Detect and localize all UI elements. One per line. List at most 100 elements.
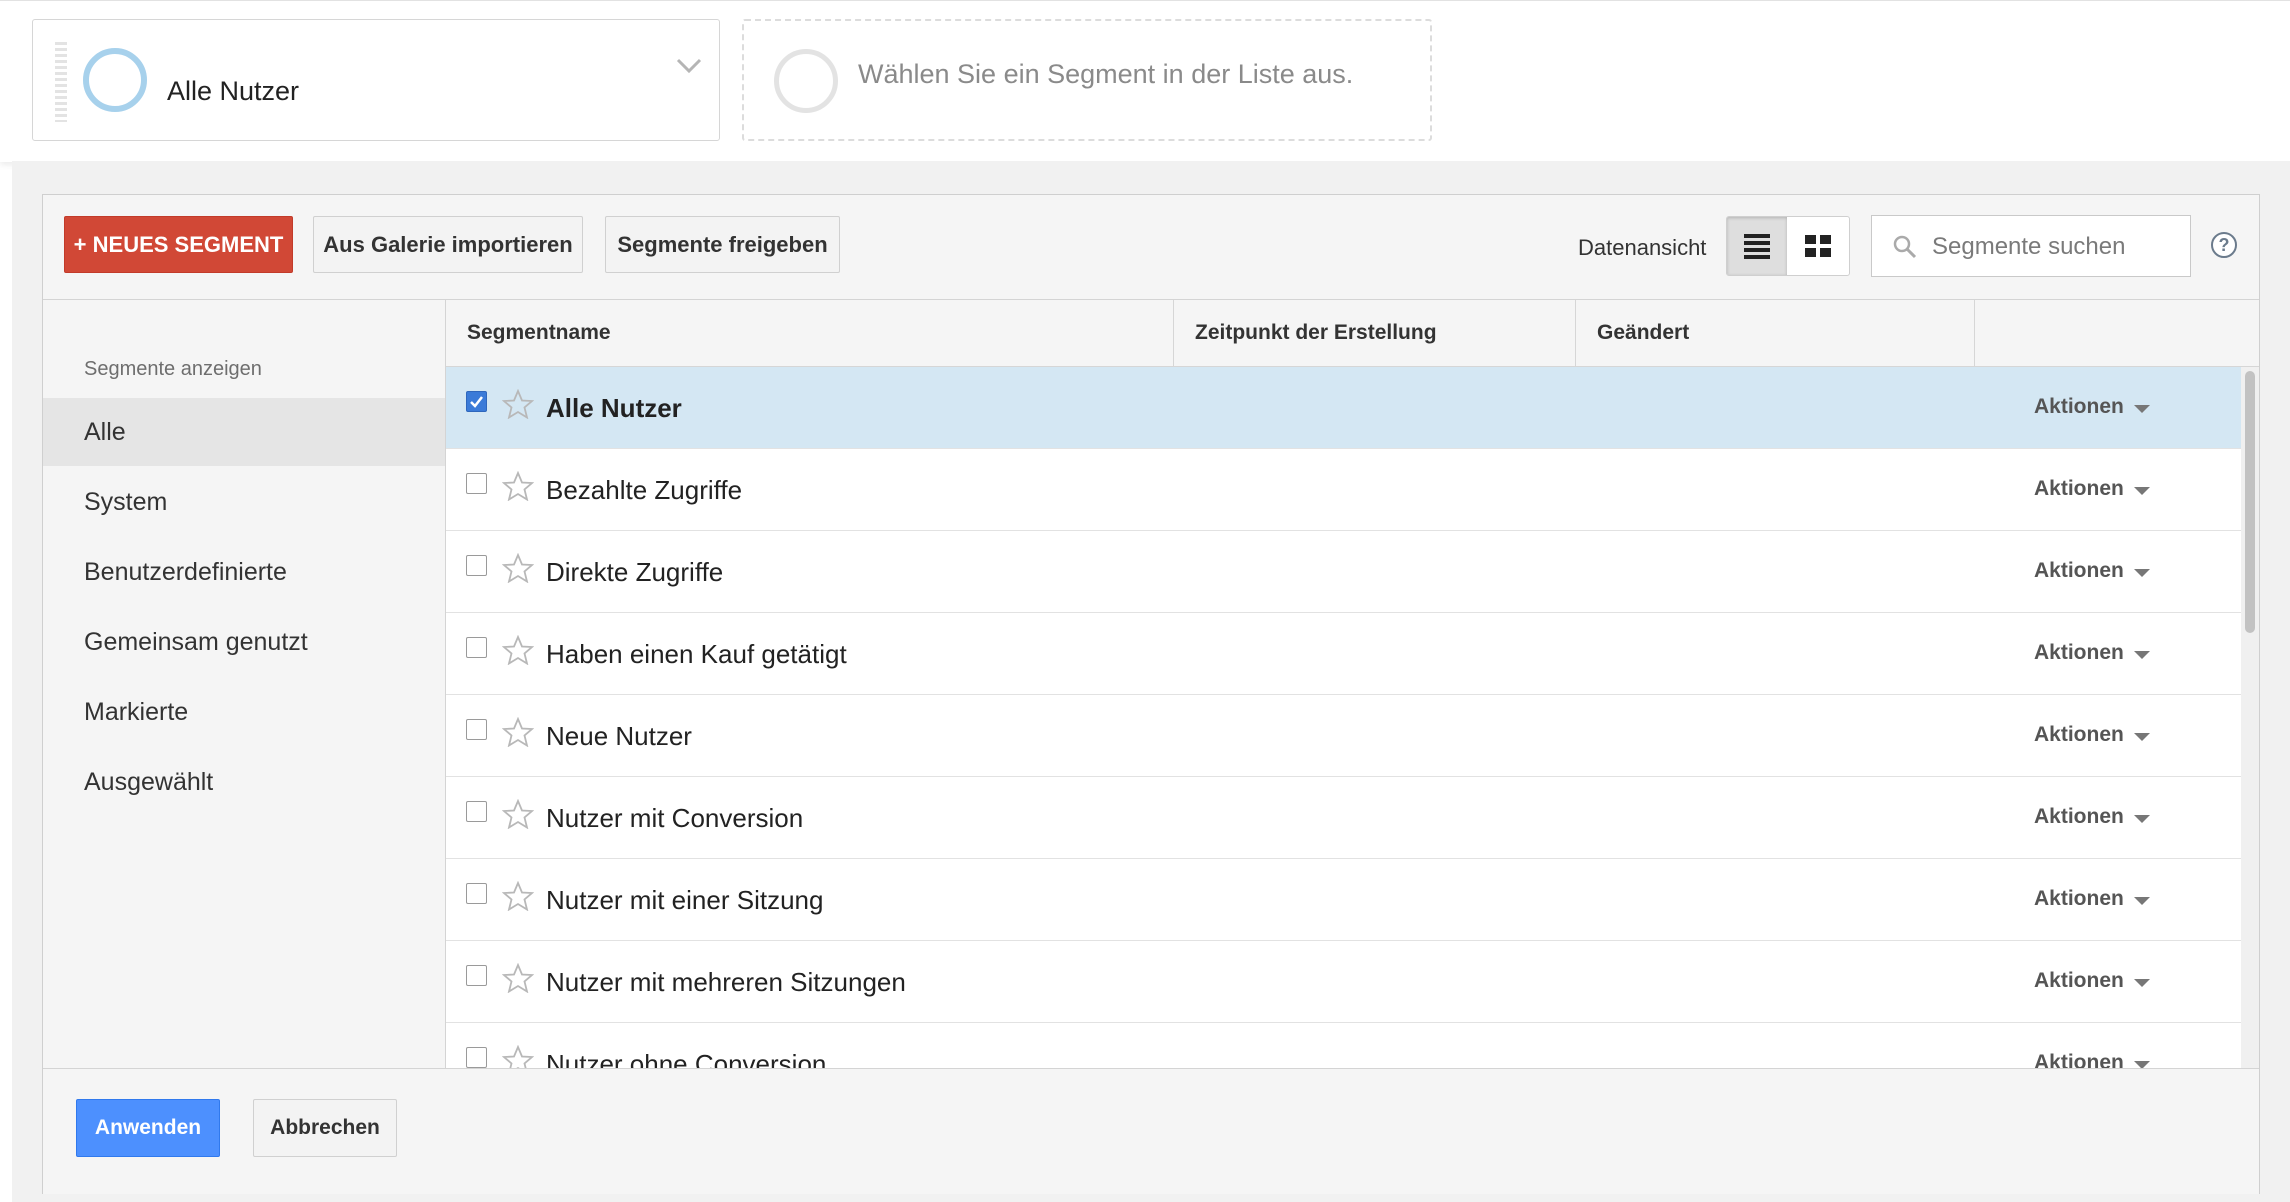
column-header-created[interactable]: Zeitpunkt der Erstellung [1174,300,1575,366]
checkbox-icon[interactable] [466,555,487,576]
actions-menu[interactable]: Aktionen [2034,1051,2124,1068]
segment-table: Segmentname Zeitpunkt der Erstellung Geä… [446,300,2259,1068]
table-row[interactable]: Haben einen Kauf getätigt Aktionen [446,613,2241,695]
column-header-name[interactable]: Segmentname [446,300,1173,366]
checkbox-icon[interactable] [466,883,487,904]
segment-name[interactable]: Nutzer mit Conversion [546,803,803,834]
caret-down-icon[interactable] [2134,569,2150,577]
segment-search [1871,215,2191,277]
nav-item-label: Ausgewählt [84,767,214,796]
search-input[interactable] [1930,226,2174,268]
table-row[interactable]: Bezahlte Zugriffe Aktionen [446,449,2241,531]
table-row[interactable]: Nutzer mit mehreren Sitzungen Aktionen [446,941,2241,1023]
checkbox-icon[interactable] [466,801,487,822]
checkbox-icon[interactable] [466,391,487,412]
new-segment-button[interactable]: + NEUES SEGMENT [64,216,293,273]
scrollbar-thumb[interactable] [2245,371,2255,633]
table-row[interactable]: Nutzer mit einer Sitzung Aktionen [446,859,2241,941]
import-from-gallery-button[interactable]: Aus Galerie importieren [313,216,583,273]
caret-down-icon[interactable] [2134,487,2150,495]
segment-name[interactable]: Haben einen Kauf getätigt [546,639,847,670]
list-view-icon [1744,234,1770,259]
actions-menu[interactable]: Aktionen [2034,559,2124,583]
actions-menu[interactable]: Aktionen [2034,477,2124,501]
cancel-button[interactable]: Abbrechen [253,1099,397,1157]
view-toggle [1726,216,1850,276]
caret-down-icon[interactable] [2134,405,2150,413]
table-header: Segmentname Zeitpunkt der Erstellung Geä… [446,300,2259,367]
toolbar: + NEUES SEGMENT Aus Galerie importieren … [43,195,2259,300]
caret-down-icon[interactable] [2134,651,2150,659]
caret-down-icon[interactable] [2134,733,2150,741]
nav-item-shared[interactable]: Gemeinsam genutzt [43,608,445,676]
share-segments-button[interactable]: Segmente freigeben [605,216,840,273]
star-icon[interactable] [502,389,534,419]
nav-item-alle[interactable]: Alle [43,398,445,466]
table-row[interactable]: Neue Nutzer Aktionen [446,695,2241,777]
table-body: Alle Nutzer Aktionen Bezahlte Zugriffe Akti… [446,367,2241,1068]
checkbox-icon[interactable] [466,965,487,986]
actions-menu[interactable]: Aktionen [2034,395,2124,419]
grid-view-icon [1805,235,1831,257]
nav-item-label: Benutzerdefinierte [84,557,287,586]
actions-menu[interactable]: Aktionen [2034,969,2124,993]
list-view-button[interactable] [1727,217,1787,275]
star-icon[interactable] [502,1045,534,1068]
caret-down-icon[interactable] [2134,1061,2150,1068]
caret-down-icon[interactable] [2134,815,2150,823]
segment-name[interactable]: Alle Nutzer [546,393,682,424]
nav-item-label: Alle [84,417,126,446]
segment-name[interactable]: Nutzer ohne Conversion [546,1049,826,1068]
star-icon[interactable] [502,717,534,747]
nav-item-custom[interactable]: Benutzerdefinierte [43,538,445,606]
segment-filter-nav: Segmente anzeigen Alle System Benutzerde… [43,300,446,1068]
segment-name[interactable]: Nutzer mit mehreren Sitzungen [546,967,906,998]
star-icon[interactable] [502,471,534,501]
data-view-label: Datenansicht [1578,235,1707,260]
segment-bar: Alle Nutzer Wählen Sie ein Segment in de… [0,0,2290,162]
column-header-modified[interactable]: Geändert [1576,300,1974,366]
star-icon[interactable] [502,799,534,829]
star-icon[interactable] [502,881,534,911]
checkbox-icon[interactable] [466,1047,487,1068]
actions-menu[interactable]: Aktionen [2034,805,2124,829]
segment-picker-panel: + NEUES SEGMENT Aus Galerie importieren … [42,194,2260,1194]
segment-ring-icon [83,48,147,112]
empty-segment-slot[interactable]: Wählen Sie ein Segment in der Liste aus. [742,19,1432,141]
checkbox-icon[interactable] [466,637,487,658]
segment-name[interactable]: Bezahlte Zugriffe [546,475,742,506]
nav-heading: Segmente anzeigen [84,358,262,380]
star-icon[interactable] [502,553,534,583]
actions-menu[interactable]: Aktionen [2034,723,2124,747]
actions-menu[interactable]: Aktionen [2034,641,2124,665]
vertical-scrollbar[interactable] [2241,367,2259,1068]
nav-item-label: Gemeinsam genutzt [84,627,308,656]
checkbox-icon[interactable] [466,473,487,494]
segment-name[interactable]: Direkte Zugriffe [546,557,723,588]
table-row[interactable]: Alle Nutzer Aktionen [446,367,2241,449]
panel-footer: Anwenden Abbrechen [43,1068,2259,1194]
segment-name[interactable]: Neue Nutzer [546,721,692,752]
nav-item-selected[interactable]: Ausgewählt [43,748,445,816]
nav-item-label: Markierte [84,697,189,726]
table-row[interactable]: Nutzer ohne Conversion Aktionen [446,1023,2241,1068]
chevron-down-icon[interactable] [675,56,703,76]
caret-down-icon[interactable] [2134,897,2150,905]
grid-view-button[interactable] [1788,217,1849,275]
nav-item-system[interactable]: System [43,468,445,536]
star-icon[interactable] [502,963,534,993]
table-row[interactable]: Nutzer mit Conversion Aktionen [446,777,2241,859]
actions-menu[interactable]: Aktionen [2034,887,2124,911]
column-divider [1974,300,1975,366]
table-row[interactable]: Direkte Zugriffe Aktionen [446,531,2241,613]
caret-down-icon[interactable] [2134,979,2150,987]
nav-item-starred[interactable]: Markierte [43,678,445,746]
active-segment-card[interactable]: Alle Nutzer [32,19,720,141]
drag-handle-icon[interactable] [55,42,67,122]
segment-name[interactable]: Nutzer mit einer Sitzung [546,885,823,916]
star-icon[interactable] [502,635,534,665]
checkbox-icon[interactable] [466,719,487,740]
search-icon [1893,235,1917,259]
help-icon[interactable]: ? [2211,232,2237,258]
apply-button[interactable]: Anwenden [76,1099,220,1157]
